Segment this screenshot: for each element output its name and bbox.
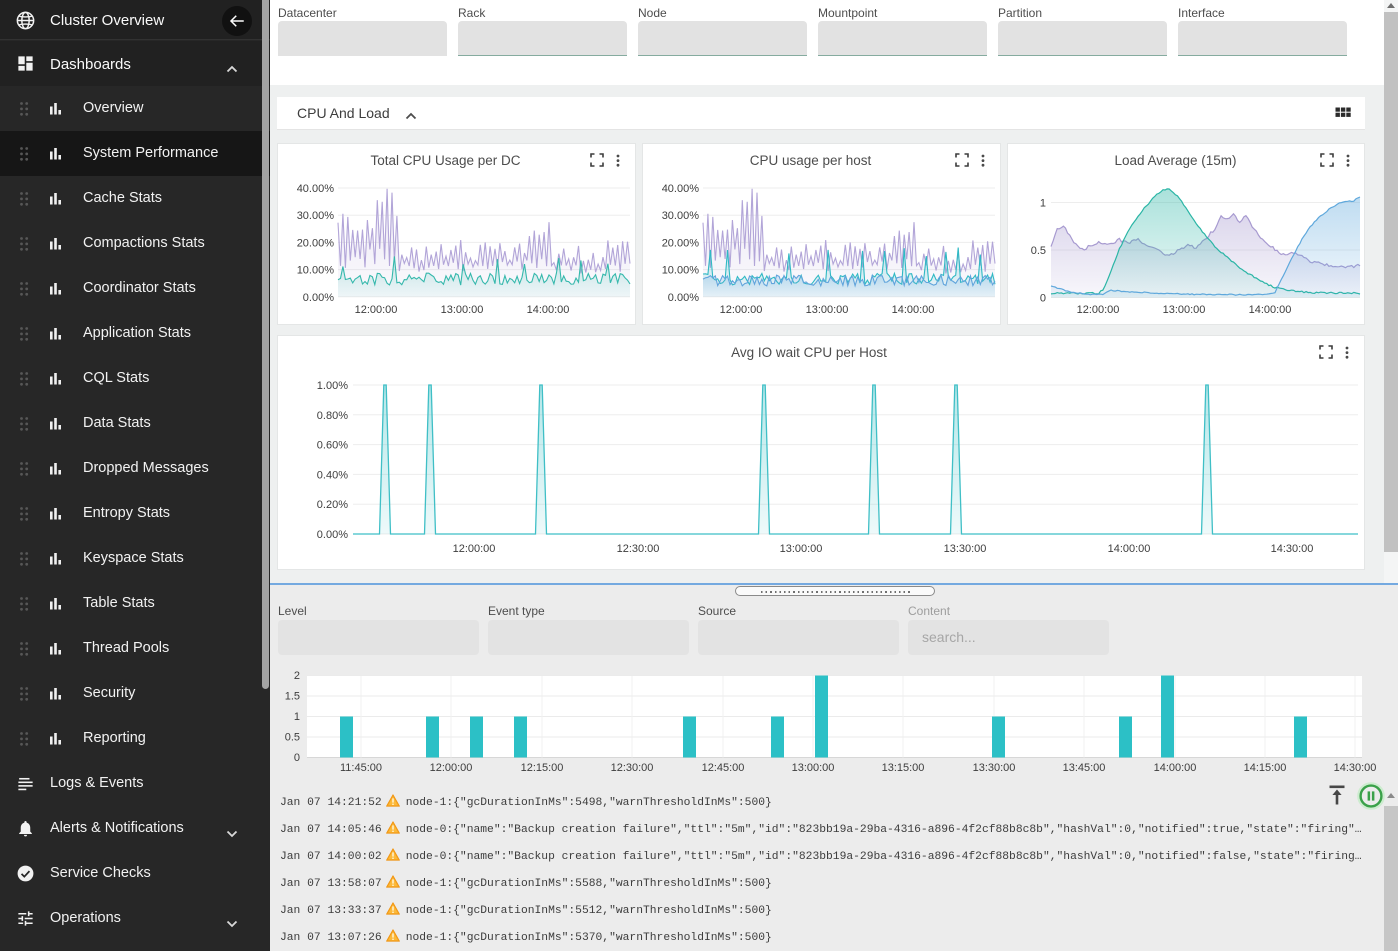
svg-text:14:30:00: 14:30:00	[1334, 762, 1377, 774]
svg-text:0.00%: 0.00%	[303, 292, 334, 304]
svg-text:13:00:00: 13:00:00	[1163, 304, 1206, 316]
svg-text:12:00:00: 12:00:00	[720, 304, 763, 316]
svg-text:14:30:00: 14:30:00	[1271, 543, 1314, 555]
svg-text:12:00:00: 12:00:00	[430, 762, 473, 774]
svg-text:12:30:00: 12:30:00	[611, 762, 654, 774]
svg-text:13:30:00: 13:30:00	[944, 543, 987, 555]
svg-text:13:45:00: 13:45:00	[1063, 762, 1106, 774]
svg-text:40.00%: 40.00%	[297, 183, 335, 195]
svg-text:0.80%: 0.80%	[317, 410, 348, 422]
svg-text:0.00%: 0.00%	[668, 292, 699, 304]
svg-text:20.00%: 20.00%	[662, 237, 700, 249]
svg-text:14:00:00: 14:00:00	[892, 304, 935, 316]
svg-text:10.00%: 10.00%	[297, 265, 335, 277]
svg-text:0.00%: 0.00%	[317, 529, 348, 541]
svg-text:10.00%: 10.00%	[662, 265, 700, 277]
svg-text:11:45:00: 11:45:00	[340, 762, 382, 774]
svg-text:0.60%: 0.60%	[317, 440, 348, 452]
svg-text:30.00%: 30.00%	[662, 210, 700, 222]
svg-text:0: 0	[1040, 293, 1046, 305]
svg-text:1: 1	[294, 711, 300, 723]
svg-text:13:00:00: 13:00:00	[441, 304, 484, 316]
svg-text:0: 0	[294, 752, 300, 764]
svg-text:CPU usage per host: CPU usage per host	[750, 153, 872, 168]
svg-text:0.5: 0.5	[1031, 245, 1046, 257]
svg-text:14:00:00: 14:00:00	[1154, 762, 1197, 774]
svg-text:Total CPU Usage per DC: Total CPU Usage per DC	[370, 153, 520, 168]
svg-text:14:15:00: 14:15:00	[1244, 762, 1287, 774]
svg-text:40.00%: 40.00%	[662, 183, 700, 195]
svg-text:1.00%: 1.00%	[317, 380, 348, 392]
svg-text:13:30:00: 13:30:00	[973, 762, 1016, 774]
svg-text:20.00%: 20.00%	[297, 237, 335, 249]
svg-text:30.00%: 30.00%	[297, 210, 335, 222]
svg-text:12:45:00: 12:45:00	[702, 762, 745, 774]
svg-text:13:15:00: 13:15:00	[882, 762, 925, 774]
svg-text:0.40%: 0.40%	[317, 469, 348, 481]
svg-text:12:00:00: 12:00:00	[453, 543, 496, 555]
svg-text:14:00:00: 14:00:00	[1249, 304, 1292, 316]
svg-text:12:30:00: 12:30:00	[617, 543, 660, 555]
svg-text:13:00:00: 13:00:00	[780, 543, 823, 555]
svg-text:13:00:00: 13:00:00	[792, 762, 835, 774]
svg-text:Avg IO wait CPU per Host: Avg IO wait CPU per Host	[731, 345, 887, 360]
svg-text:2: 2	[294, 670, 300, 682]
svg-text:12:00:00: 12:00:00	[355, 304, 398, 316]
svg-text:Load Average (15m): Load Average (15m)	[1114, 153, 1236, 168]
svg-text:0.5: 0.5	[285, 732, 300, 744]
svg-text:12:15:00: 12:15:00	[521, 762, 564, 774]
svg-text:14:00:00: 14:00:00	[527, 304, 570, 316]
svg-text:1.5: 1.5	[285, 691, 300, 703]
svg-text:0.20%: 0.20%	[317, 499, 348, 511]
svg-text:14:00:00: 14:00:00	[1108, 543, 1151, 555]
svg-text:1: 1	[1040, 198, 1046, 210]
svg-text:12:00:00: 12:00:00	[1077, 304, 1120, 316]
svg-text:13:00:00: 13:00:00	[806, 304, 849, 316]
